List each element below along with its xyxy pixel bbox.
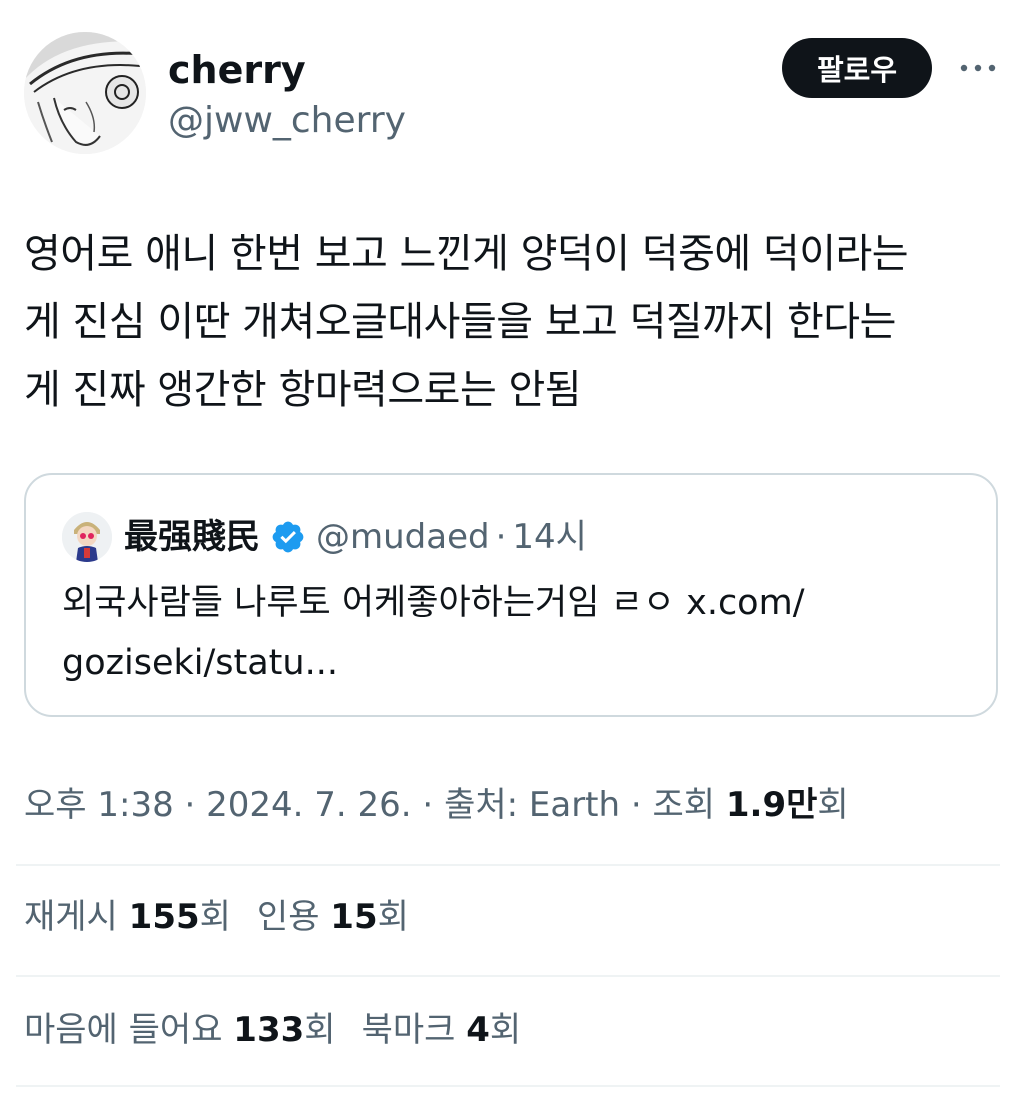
follow-button[interactable]: 팔로우 bbox=[782, 38, 932, 98]
reposts-count: 155 bbox=[128, 897, 200, 937]
verified-badge-icon bbox=[272, 521, 304, 553]
likes-count: 133 bbox=[233, 1010, 305, 1050]
bookmarks-count: 4 bbox=[466, 1010, 490, 1050]
engagement-row-1: 재게시 155회 인용 15회 bbox=[24, 890, 435, 944]
bookmarks-label: 북마크 bbox=[361, 1010, 467, 1050]
author-display-name[interactable]: cherry bbox=[168, 46, 306, 94]
likes-stat[interactable]: 마음에 들어요 133회 bbox=[24, 1010, 336, 1050]
quote-author-name[interactable]: 最强賤民 bbox=[124, 513, 260, 561]
views-suffix: 회 bbox=[817, 785, 849, 825]
quote-timestamp[interactable]: 14시 bbox=[512, 513, 587, 561]
meta-separator: · bbox=[620, 785, 653, 825]
quotes-label: 인용 bbox=[256, 897, 331, 937]
author-handle[interactable]: @jww_cherry bbox=[168, 98, 406, 144]
tweet-source: 출처: Earth bbox=[444, 785, 621, 825]
tweet-text: 영어로 애니 한번 보고 느낀게 양덕이 덕중에 덕이라는 게 진심 이딴 개쳐… bbox=[24, 231, 909, 413]
author-avatar-image bbox=[24, 32, 146, 154]
quote-text: 외국사람들 나루토 어케좋아하는거임 ㄹㅇ x.com/ goziseki/st… bbox=[62, 583, 805, 683]
engagement-row-2: 마음에 들어요 133회 북마크 4회 bbox=[24, 1003, 547, 1057]
quote-author-handle[interactable]: @mudaed bbox=[316, 513, 490, 561]
views-label: 조회 bbox=[652, 785, 726, 825]
quoted-tweet-card[interactable]: 最强賤民 @mudaed · 14시 외국사람들 나루토 어케좋아하는거임 ㄹㅇ… bbox=[24, 473, 998, 717]
divider bbox=[16, 1085, 1000, 1087]
reposts-stat[interactable]: 재게시 155회 bbox=[24, 897, 231, 937]
likes-label: 마음에 들어요 bbox=[24, 1010, 234, 1050]
divider bbox=[16, 975, 1000, 977]
tweet-meta: 오후 1:38 · 2024. 7. 26. · 출처: Earth · 조회 … bbox=[24, 778, 849, 832]
quote-author-avatar-image bbox=[62, 512, 112, 562]
bookmarks-stat[interactable]: 북마크 4회 bbox=[362, 1010, 522, 1050]
quotes-count: 15 bbox=[330, 897, 378, 937]
bookmarks-suffix: 회 bbox=[489, 1010, 522, 1050]
divider bbox=[16, 864, 1000, 866]
views-count: 1.9만 bbox=[725, 785, 818, 825]
reposts-suffix: 회 bbox=[199, 897, 231, 937]
author-avatar[interactable] bbox=[24, 32, 146, 154]
meta-separator: · bbox=[411, 785, 445, 825]
reposts-label: 재게시 bbox=[24, 897, 129, 937]
meta-separator: · bbox=[173, 785, 207, 825]
quote-header: 最强賤民 @mudaed · 14시 bbox=[124, 513, 587, 561]
quotes-suffix: 회 bbox=[377, 897, 409, 937]
tweet-date[interactable]: 2024. 7. 26. bbox=[206, 785, 411, 825]
more-horizontal-icon[interactable] bbox=[956, 52, 1000, 84]
quotes-stat[interactable]: 인용 15회 bbox=[257, 897, 409, 937]
tweet-time[interactable]: 오후 1:38 bbox=[24, 785, 174, 825]
quote-separator: · bbox=[495, 517, 507, 557]
quote-author-avatar[interactable] bbox=[62, 512, 112, 562]
likes-suffix: 회 bbox=[304, 1010, 336, 1050]
